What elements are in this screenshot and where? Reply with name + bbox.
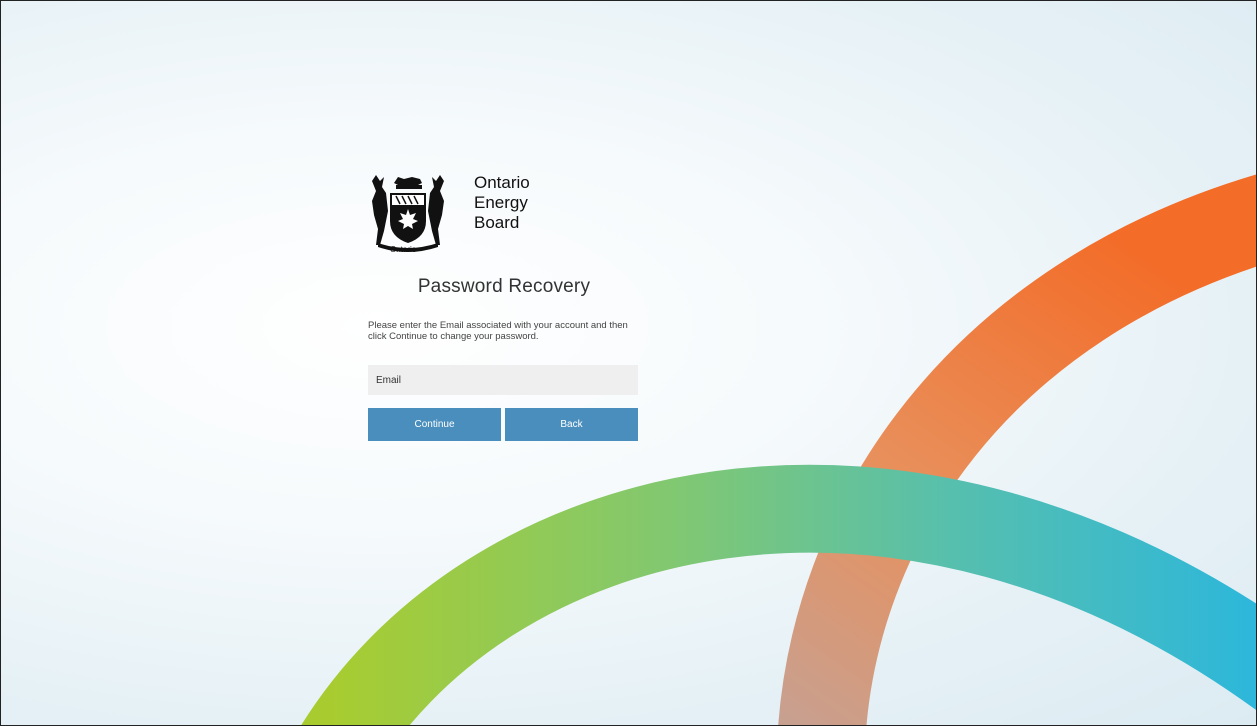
org-name-line: Board: [474, 213, 520, 232]
page-title: Password Recovery: [417, 276, 591, 297]
back-button[interactable]: Back: [505, 408, 638, 441]
instructions-text: Please enter the Email associated with y…: [368, 320, 628, 342]
org-name-line: Energy: [474, 193, 528, 212]
organization-name: Ontario Energy Board: [474, 173, 530, 233]
button-row: Continue Back: [368, 408, 639, 441]
password-recovery-panel: Ontario Ontario Energy Board Password Re…: [368, 166, 640, 441]
crest-label: Ontario: [390, 245, 417, 254]
email-field[interactable]: [368, 365, 638, 395]
logo: Ontario Ontario Energy Board: [368, 166, 640, 258]
org-name-line: Ontario: [474, 173, 530, 192]
page-background: Ontario Ontario Energy Board Password Re…: [0, 0, 1257, 726]
continue-button[interactable]: Continue: [368, 408, 501, 441]
